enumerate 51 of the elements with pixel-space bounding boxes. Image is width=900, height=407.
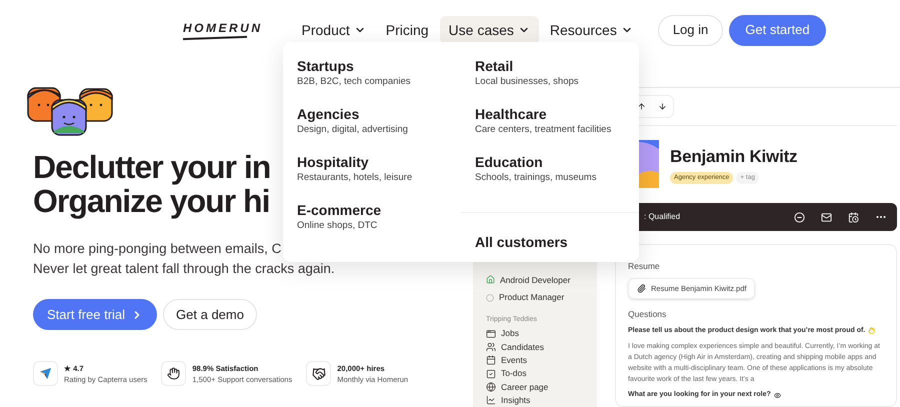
nav-link[interactable]: Use cases	[440, 16, 539, 44]
dropdown-item[interactable]: Education Schools, trainings, museums	[475, 153, 639, 184]
section-heading: Resume	[628, 260, 661, 273]
arrow-up-icon	[637, 102, 646, 111]
checkbox-icon	[486, 368, 496, 379]
nav-link[interactable]: Product	[292, 16, 375, 44]
sidebar-nav-item[interactable]: Career page	[486, 380, 597, 394]
handshake-icon	[306, 361, 332, 386]
paperclip-icon	[637, 284, 646, 293]
nav-link[interactable]: Resources	[540, 16, 642, 44]
sidebar-nav-item[interactable]: Insights	[486, 394, 597, 407]
house-icon	[486, 275, 495, 284]
job-item[interactable]: Android Developer	[486, 271, 597, 289]
headline: Organize your hi	[33, 184, 270, 218]
sidebar-nav-item[interactable]: To-dos	[486, 366, 597, 380]
dropdown-item[interactable]: Startups B2B, B2C, tech companies	[297, 57, 461, 88]
calendar-icon	[486, 355, 496, 366]
homerun-logo[interactable]: HOMERUN	[183, 21, 262, 39]
sidebar-nav-item[interactable]: Events	[486, 354, 597, 367]
hand-icon	[868, 327, 876, 334]
start-free-trial-button[interactable]: Start free trial	[33, 299, 158, 330]
hero-description: No more ping-ponging between emails, C	[33, 240, 282, 258]
login-button[interactable]: Log in	[658, 14, 724, 46]
dropdown-item[interactable]: Healthcare Care centers, treatment facilities	[475, 105, 639, 136]
people-icon	[486, 342, 496, 352]
dotted-circle-icon	[486, 294, 494, 302]
dropdown-item[interactable]: E-commerce Online shops, DTC	[297, 201, 461, 232]
mail-icon[interactable]	[821, 212, 832, 222]
hero-description: Never let great talent fall through the cracks again.	[33, 260, 335, 278]
waving-hand-icon	[161, 361, 186, 386]
window-icon	[486, 328, 496, 339]
section-heading: Questions	[628, 308, 668, 320]
dropdown-item[interactable]: Hospitality Restaurants, hotels, leisure	[297, 153, 461, 184]
eye-icon	[774, 392, 781, 399]
get-a-demo-button[interactable]: Get a demo	[163, 299, 257, 330]
candidate-name: Benjamin Kiwitz	[670, 146, 798, 168]
job-item[interactable]: Product Manager	[486, 288, 597, 307]
headline: Declutter your in	[33, 150, 270, 184]
dropdown-item[interactable]: Retail Local businesses, shops	[475, 57, 639, 88]
minus-circle-icon[interactable]	[794, 212, 805, 222]
globe-icon	[486, 382, 496, 392]
dropdown-item[interactable]: Agencies Design, digital, advertising	[297, 105, 461, 136]
line-chart-icon	[486, 395, 496, 406]
status-text: : Qualified	[644, 211, 682, 223]
arrow-down-icon	[658, 102, 667, 111]
sidebar-nav-item[interactable]: Candidates	[486, 340, 597, 354]
all-customers-link[interactable]: All customers	[475, 234, 568, 250]
sidebar-nav-item[interactable]: Jobs	[486, 327, 597, 340]
nav-link[interactable]: Pricing	[376, 16, 438, 44]
get-started-button[interactable]: Get started	[729, 14, 826, 46]
calendar-icon[interactable]	[848, 212, 859, 222]
